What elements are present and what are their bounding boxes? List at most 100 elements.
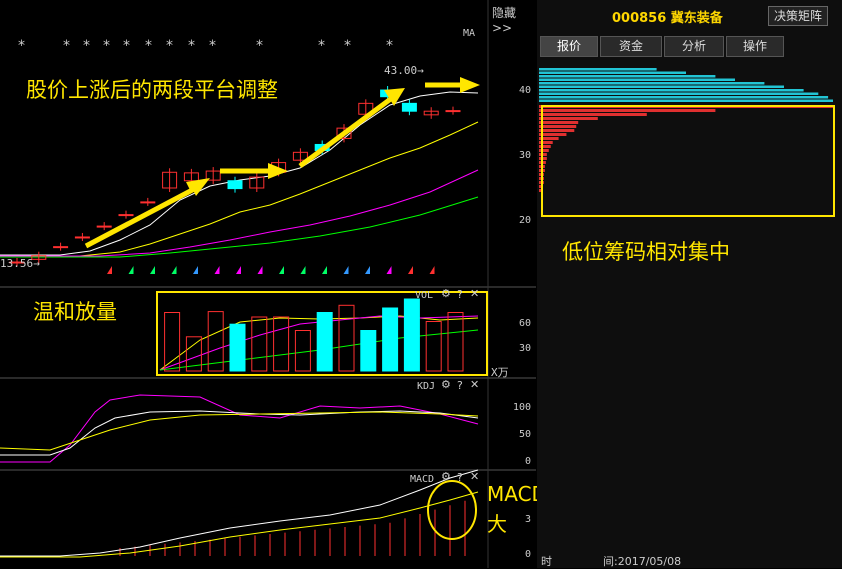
chip-bar <box>539 68 657 71</box>
decision-matrix-button[interactable]: 决策矩阵 <box>768 6 828 26</box>
volume-bar <box>164 312 181 372</box>
annotation-title: 股价上涨后的两段平台调整 <box>26 78 278 102</box>
volume-bar <box>273 316 290 372</box>
signal-marker <box>128 266 134 274</box>
tab-quote[interactable]: 报价 <box>540 36 598 57</box>
vol-label: VOL <box>415 290 434 301</box>
help-icon[interactable]: ? <box>457 471 463 484</box>
volume-bar <box>360 330 377 372</box>
stock-title: 000856 冀东装备 <box>612 11 723 26</box>
help-icon[interactable]: ? <box>457 379 463 392</box>
signal-marker <box>257 266 263 274</box>
chip-bar <box>539 117 598 120</box>
vol-unit: X万 <box>491 366 509 379</box>
chip-bar <box>539 129 575 132</box>
chip-bar <box>539 133 567 136</box>
chip-bar <box>539 149 549 152</box>
signal-marker <box>107 266 112 274</box>
gear-icon[interactable]: ⚙ <box>441 287 451 300</box>
macd-tick-0: 0 <box>525 549 532 560</box>
volume-bar <box>251 316 268 372</box>
volume-bar <box>229 323 246 372</box>
gear-icon[interactable]: ⚙ <box>441 470 451 483</box>
annotation-volume: 温和放量 <box>33 300 117 324</box>
trend-arrow-2 <box>298 88 405 169</box>
kdj-tick-0: 0 <box>525 456 532 467</box>
kdj-tick-50: 50 <box>519 429 532 440</box>
annotation-chips: 低位筹码相对集中 <box>562 240 730 264</box>
chip-bar <box>539 145 551 148</box>
chip-bar <box>539 121 579 124</box>
status-date-label: 间:2017/05/08 <box>603 555 682 568</box>
signal-marker <box>171 266 177 274</box>
macd-dea-line <box>0 491 479 558</box>
signal-marker <box>150 266 155 274</box>
chip-bar <box>539 89 804 92</box>
volume-bar <box>294 330 311 372</box>
kdj-j-line <box>0 394 479 463</box>
close-icon[interactable]: ✕ <box>470 378 479 391</box>
signal-marker <box>236 266 241 274</box>
signal-marker <box>193 266 198 274</box>
chip-bar <box>539 78 735 81</box>
gear-icon[interactable]: ⚙ <box>441 378 451 391</box>
chip-bar <box>539 75 716 78</box>
chip-bar <box>539 99 833 102</box>
volume-bar <box>425 321 442 372</box>
kdj-label: KDJ <box>417 381 436 392</box>
tab-operation[interactable]: 操作 <box>726 36 784 57</box>
flat-arrow-2 <box>425 77 480 93</box>
chip-tick-20: 20 <box>519 215 532 226</box>
chip-bar <box>539 125 577 128</box>
chip-tick-30: 30 <box>519 150 532 161</box>
signal-marker <box>279 266 284 274</box>
volume-bar <box>382 307 399 372</box>
chip-bar <box>539 82 765 85</box>
volume-bar <box>316 312 333 372</box>
macd-label: MACD <box>410 474 435 485</box>
close-icon[interactable]: ✕ <box>470 287 479 300</box>
status-time-label: 时 <box>541 555 552 568</box>
tab-analysis[interactable]: 分析 <box>664 36 724 57</box>
kdj-k-line <box>0 410 479 456</box>
volume-bar <box>338 304 355 372</box>
ma30-line <box>0 196 479 258</box>
signal-marker <box>429 266 435 274</box>
signal-marker <box>408 266 413 274</box>
vol-tick-30: 30 <box>519 343 532 354</box>
macd-dif-line <box>0 469 479 557</box>
signal-marker <box>386 266 392 274</box>
close-icon[interactable]: ✕ <box>470 470 479 483</box>
hide-button[interactable]: 隐藏>> <box>492 4 536 35</box>
high-price-label: 43.00→ <box>384 64 424 77</box>
flat-arrow-1 <box>220 163 288 179</box>
signal-marker <box>322 266 327 274</box>
chip-bar <box>539 92 819 95</box>
chart-area[interactable]: * * * * * * * * * * * * * 隐藏>> MA 股价上涨后的两段平台调整 温… <box>0 0 747 568</box>
kdj-d-line <box>0 411 479 451</box>
chip-bar <box>539 109 716 112</box>
chip-bar <box>539 96 829 99</box>
signal-marker <box>365 266 370 274</box>
kdj-tick-100: 100 <box>513 402 532 413</box>
trend-arrow-1 <box>84 178 210 249</box>
chip-bar <box>539 71 686 74</box>
chip-bar <box>539 85 784 88</box>
chip-highlight-box <box>541 105 835 217</box>
ma-label: MA <box>463 28 476 39</box>
chip-tick-40: 40 <box>519 85 532 96</box>
signal-marker <box>214 266 220 274</box>
signal-marker <box>343 266 349 274</box>
low-price-label: 13.56→ <box>0 257 40 270</box>
chip-bar <box>539 113 647 116</box>
vol-tick-60: 60 <box>519 318 532 329</box>
help-icon[interactable]: ? <box>457 288 463 301</box>
volume-bar <box>447 312 464 372</box>
chip-distribution <box>539 68 835 217</box>
side-panel: 000856 冀东装备 决策矩阵 报价 资金 分析 操作 40 30 20 低位… <box>519 0 842 568</box>
macd-tick-3: 3 <box>525 514 532 525</box>
tab-funds[interactable]: 资金 <box>600 36 662 57</box>
volume-bar <box>403 298 420 372</box>
annotation-macd-2: 大 <box>487 512 507 536</box>
signal-marker <box>300 266 306 274</box>
